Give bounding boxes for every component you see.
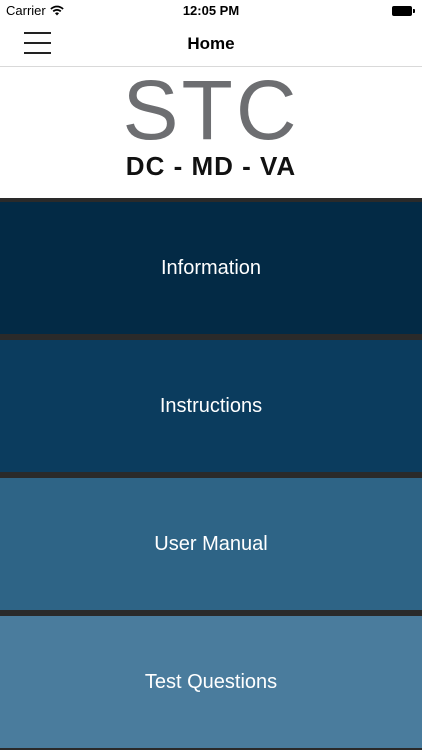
test-questions-button[interactable]: Test Questions xyxy=(0,616,422,748)
logo-main-text: STC xyxy=(122,63,300,157)
test-questions-label: Test Questions xyxy=(144,670,278,693)
clock: 12:05 PM xyxy=(182,3,240,18)
logo-sub-text: DC - MD - VA xyxy=(125,151,297,181)
logo: STC DC - MD - VA xyxy=(0,67,422,198)
battery-icon xyxy=(392,6,415,16)
instructions-button[interactable]: Instructions xyxy=(0,340,422,472)
information-label: Information xyxy=(160,256,262,279)
status-bar: Carrier 12:05 PM xyxy=(0,0,422,22)
user-manual-label: User Manual xyxy=(154,532,268,555)
instructions-label: Instructions xyxy=(159,394,263,417)
user-manual-button[interactable]: User Manual xyxy=(0,478,422,610)
navigation-bar: Home xyxy=(0,22,422,67)
menu-list: Information Instructions User Manual Tes… xyxy=(0,198,422,750)
page-title: Home xyxy=(187,34,235,53)
information-button[interactable]: Information xyxy=(0,202,422,334)
